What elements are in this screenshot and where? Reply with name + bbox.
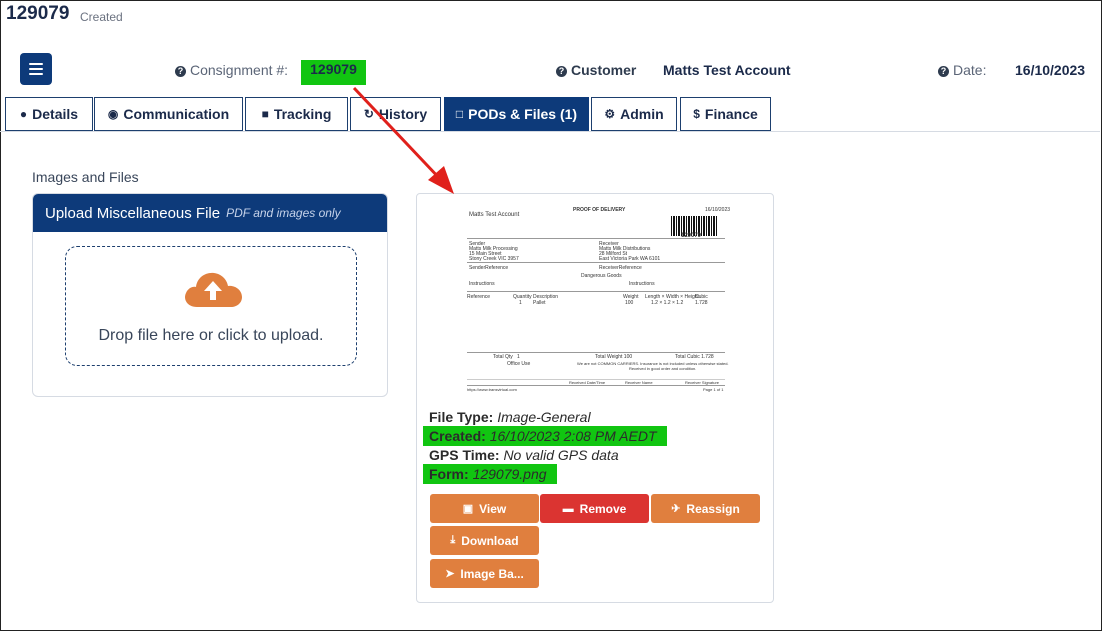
tab-pods-files[interactable]: □ PODs & Files (1) <box>444 97 589 131</box>
consignment-label: ? Consignment #: <box>175 62 288 78</box>
preview-page: Page 1 of 1 <box>703 387 724 392</box>
status-text: Created <box>80 10 123 24</box>
user-icon: ● <box>19 107 28 121</box>
file-type-value: Image-General <box>497 409 591 425</box>
view-button[interactable]: ▣ View <box>430 494 539 523</box>
upload-subtitle: PDF and images only <box>226 206 341 220</box>
file-form-row: Form: 129079.png <box>423 464 557 484</box>
tab-details[interactable]: ● Details <box>5 97 93 131</box>
file-card: Matts Test Account PROOF OF DELIVERY 16/… <box>416 193 774 603</box>
customer-label: ? Customer <box>556 62 636 78</box>
image-icon: ▣ <box>462 503 474 515</box>
file-form-value: 129079.png <box>472 466 547 482</box>
reassign-button[interactable]: ✈ Reassign <box>651 494 760 523</box>
tab-history[interactable]: ↻ History <box>350 97 441 131</box>
preview-cell: 1.728 <box>695 300 708 306</box>
question-icon: ? <box>556 65 567 77</box>
file-dropzone[interactable]: Drop file here or click to upload. <box>65 246 357 366</box>
download-icon: ⤓ <box>450 534 456 546</box>
preview-dangerous: Dangerous Goods <box>581 273 622 279</box>
file-gps-row: GPS Time: No valid GPS data <box>429 447 619 463</box>
preview-date: 16/10/2023 <box>705 207 731 213</box>
preview-total: Total Cubic 1.728 <box>675 354 714 360</box>
customer-name: Matts Test Account <box>663 62 791 78</box>
question-icon: ? <box>175 65 186 77</box>
upload-card: Upload Miscellaneous File PDF and images… <box>32 193 388 397</box>
preview-total: 1 <box>517 354 520 360</box>
consignment-number: 129079 <box>301 60 366 85</box>
dropzone-text: Drop file here or click to upload. <box>98 327 324 344</box>
section-title: Images and Files <box>32 169 139 185</box>
menu-button[interactable] <box>20 53 52 85</box>
preview-notice: Received in good order and condition. <box>629 366 697 371</box>
file-preview-thumbnail[interactable]: Matts Test Account PROOF OF DELIVERY 16/… <box>465 204 731 394</box>
preview-total: Total Qty <box>493 354 513 360</box>
preview-cell: 1 <box>519 300 522 306</box>
preview-url: https://www.transvirtual.com <box>467 387 517 392</box>
preview-office: Office Use <box>507 361 531 367</box>
preview-total: Total Weight 100 <box>595 354 633 360</box>
file-gps-value: No valid GPS data <box>503 447 619 463</box>
preview-receiver-ref: ReceiverReference <box>599 265 642 271</box>
preview-col: Reference <box>467 294 491 300</box>
trash-icon: ▬ <box>562 502 574 515</box>
tab-divider <box>0 131 1100 132</box>
dollar-icon: $ <box>693 107 700 121</box>
question-icon: ? <box>938 65 949 77</box>
upload-header: Upload Miscellaneous File PDF and images… <box>33 194 387 232</box>
comment-icon: ◉ <box>107 107 119 121</box>
gear-icon: ⚙ <box>604 107 616 121</box>
file-created-row: Created: 16/10/2023 2:08 PM AEDT <box>423 426 667 446</box>
preview-title: PROOF OF DELIVERY <box>573 207 626 213</box>
tab-communication[interactable]: ◉ Communication <box>94 97 243 131</box>
cloud-upload-icon <box>185 272 242 307</box>
truck-icon: ■ <box>261 107 269 121</box>
preview-sender-ref: SenderReference <box>469 265 509 271</box>
preview-company: Matts Test Account <box>469 212 520 218</box>
preview-col: Quantity <box>513 294 532 300</box>
tab-finance[interactable]: $ Finance <box>680 97 771 131</box>
tab-tracking[interactable]: ■ Tracking <box>245 97 348 131</box>
preview-cell: Pallet <box>533 300 546 306</box>
hamburger-icon <box>29 63 43 75</box>
history-icon: ↻ <box>363 107 374 121</box>
page-title: 129079 <box>6 3 70 24</box>
plane-icon: ✈ <box>671 503 681 515</box>
file-icon: □ <box>455 107 464 121</box>
upload-title: Upload Miscellaneous File <box>45 204 221 222</box>
location-arrow-icon: ➤ <box>445 568 455 580</box>
preview-cell: 100 <box>625 300 634 306</box>
preview-instructions: Instructions <box>629 281 655 287</box>
tab-admin[interactable]: ⚙ Admin <box>591 97 677 131</box>
file-type-row: File Type: Image-General <box>429 409 591 425</box>
date-label: ? Date: <box>938 62 986 78</box>
date-value: 16/10/2023 <box>1015 62 1086 78</box>
download-button[interactable]: ⤓ Download <box>430 526 539 555</box>
file-created-value: 16/10/2023 2:08 PM AEDT <box>489 428 657 444</box>
image-ba-button[interactable]: ➤ Image Ba... <box>430 559 539 588</box>
preview-cell: 1.2 × 1.2 × 1.2 <box>651 300 684 306</box>
preview-instructions: Instructions <box>469 281 495 287</box>
remove-button[interactable]: ▬ Remove <box>540 494 649 523</box>
